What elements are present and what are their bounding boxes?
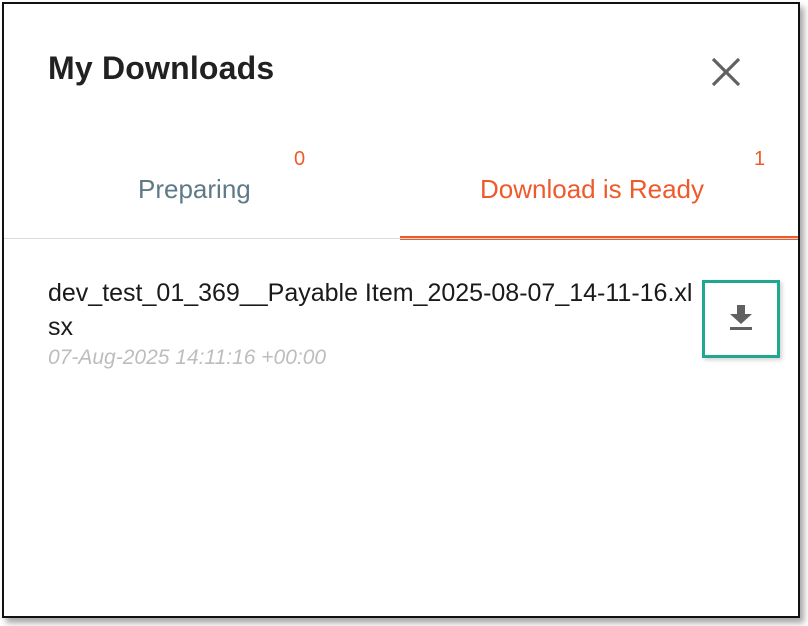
- file-timestamp: 07-Aug-2025 14:11:16 +00:00: [48, 346, 327, 369]
- list-item: dev_test_01_369__Payable Item_2025-08-07…: [48, 272, 788, 382]
- close-button[interactable]: [704, 50, 748, 94]
- tab-download-ready-label: Download is Ready: [480, 174, 705, 204]
- tab-preparing[interactable]: Preparing 0: [4, 134, 400, 238]
- close-icon: [711, 57, 741, 87]
- dialog-title: My Downloads: [48, 50, 275, 86]
- tab-preparing-label: Preparing: [138, 174, 251, 204]
- tab-bar: Preparing 0 Download is Ready 1: [4, 134, 798, 240]
- tab-preparing-count-badge: 0: [294, 148, 306, 170]
- tabs-divider: [4, 238, 798, 239]
- file-name: dev_test_01_369__Payable Item_2025-08-07…: [48, 279, 693, 341]
- download-button[interactable]: [702, 280, 780, 358]
- tab-download-ready-count-badge: 1: [754, 148, 766, 170]
- downloads-dialog: My Downloads Preparing 0 Download is Rea…: [2, 2, 800, 618]
- download-icon: [730, 305, 752, 330]
- tab-download-ready[interactable]: Download is Ready 1: [400, 134, 798, 240]
